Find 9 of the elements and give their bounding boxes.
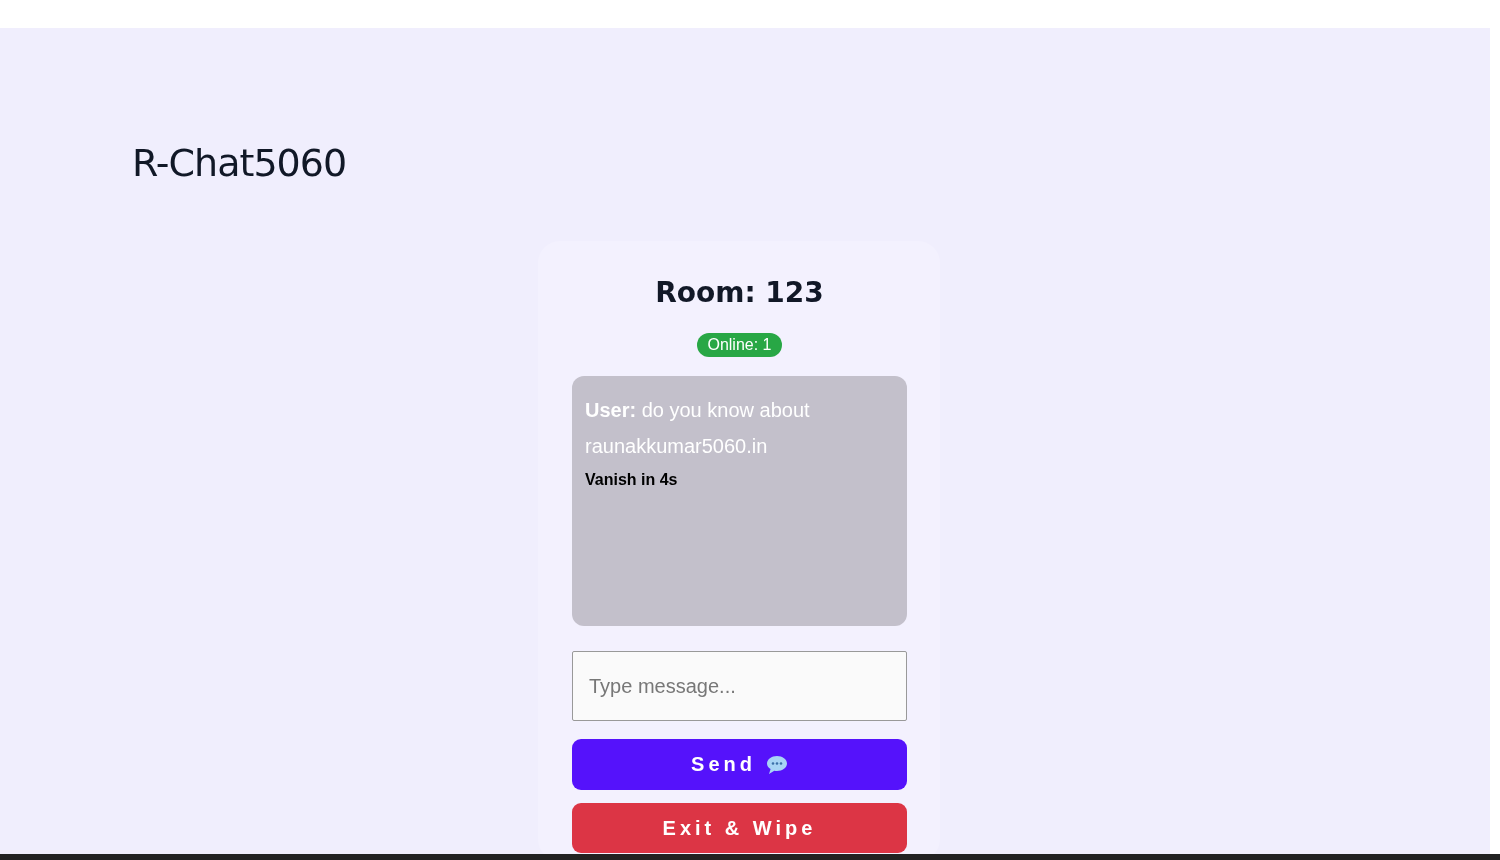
- vanish-timer: Vanish in 4s: [585, 470, 678, 490]
- chat-message: User: do you know about raunakkumar5060.in: [585, 398, 811, 459]
- app-title: R-Chat5060: [131, 140, 348, 185]
- message-field[interactable]: Type message...: [572, 651, 907, 721]
- send-button[interactable]: Send: [572, 739, 907, 790]
- speech-bubble-icon: [765, 754, 788, 775]
- exit-button[interactable]: Exit & Wipe: [572, 803, 907, 853]
- room-title: Room: 123: [655, 275, 824, 311]
- online-badge: Online: 1: [697, 333, 782, 357]
